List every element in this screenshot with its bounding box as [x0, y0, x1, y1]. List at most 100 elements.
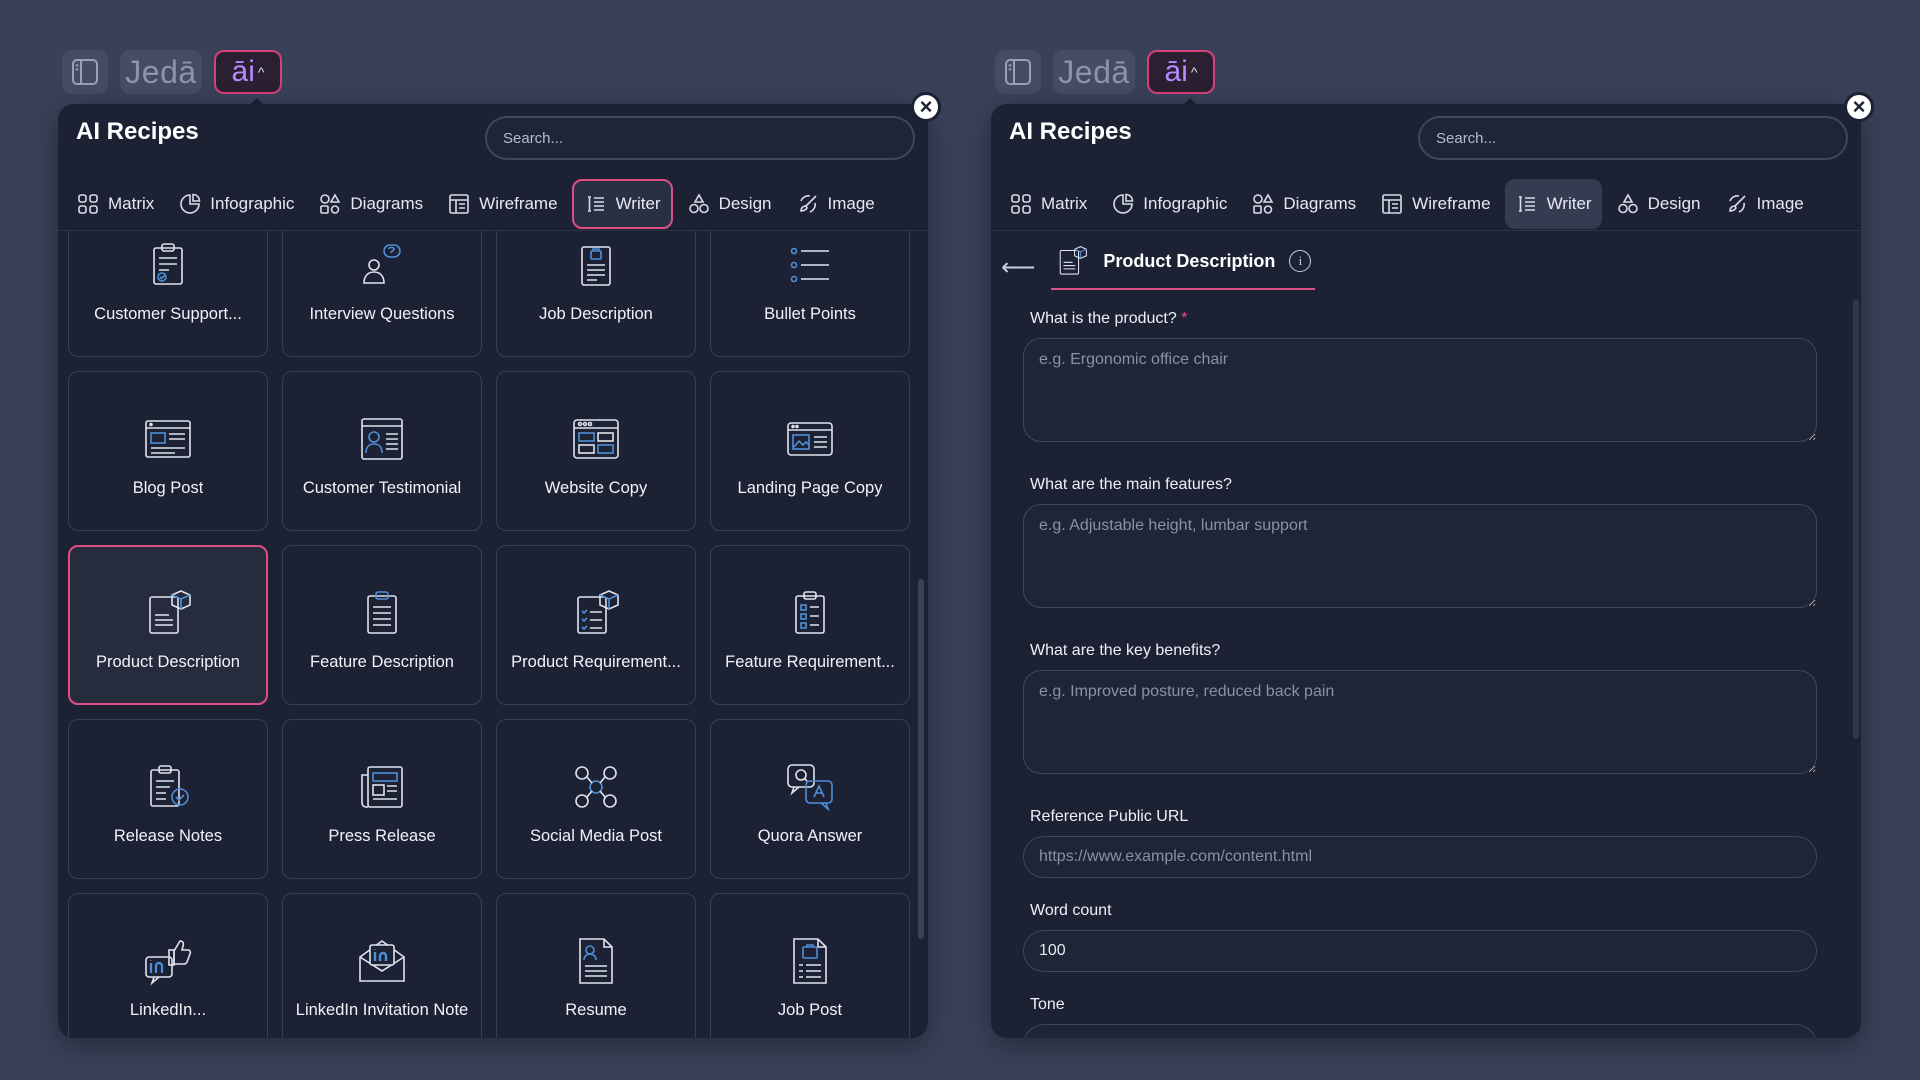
brush-icon	[1725, 192, 1749, 216]
recipe-card-customer-testimonial[interactable]: Customer Testimonial	[282, 371, 482, 531]
brush-icon	[796, 192, 820, 216]
sidebar-toggle-button[interactable]	[62, 50, 108, 94]
close-button[interactable]: ×	[1844, 92, 1874, 122]
tab-writer[interactable]: Writer	[571, 179, 673, 229]
ai-recipes-panel-right: AI Recipes Matrix Infographic Diagrams W…	[991, 104, 1861, 1038]
required-mark: *	[1181, 310, 1188, 327]
ai-label: āi	[231, 55, 255, 88]
tab-diagrams[interactable]: Diagrams	[308, 179, 433, 229]
tone-select[interactable]	[1023, 1024, 1817, 1038]
tab-design[interactable]: Design	[677, 179, 782, 229]
recipe-card-website-copy[interactable]: Website Copy	[496, 371, 696, 531]
tab-wireframe[interactable]: Wireframe	[1370, 179, 1500, 229]
shapes-icon	[318, 192, 342, 216]
tab-writer[interactable]: Writer	[1504, 179, 1602, 229]
product-textarea[interactable]	[1023, 338, 1817, 442]
recipe-card-product-description[interactable]: Product Description	[68, 545, 268, 705]
tab-design[interactable]: Design	[1606, 179, 1711, 229]
tab-image[interactable]: Image	[1715, 179, 1814, 229]
product-req-icon	[570, 587, 622, 639]
recipe-card-bullet-points[interactable]: Bullet Points	[710, 231, 910, 357]
tab-divider	[991, 230, 1861, 231]
sidebar-icon	[1002, 56, 1034, 88]
recipe-card-blog-post[interactable]: Blog Post	[68, 371, 268, 531]
tab-label: Matrix	[108, 194, 155, 213]
clipboard-check-icon	[142, 239, 194, 291]
recipe-label: Quora Answer	[757, 826, 863, 845]
form-scrollbar[interactable]	[1853, 299, 1859, 739]
recipe-card-social-media-post[interactable]: Social Media Post	[496, 719, 696, 879]
ai-menu-button[interactable]: āi ^	[214, 50, 282, 94]
recipe-card-feature-requirement[interactable]: Feature Requirement...	[710, 545, 910, 705]
writer-icon	[584, 192, 608, 216]
pie-chart-icon	[1111, 192, 1135, 216]
back-arrow-icon[interactable]: ⟵	[1001, 253, 1035, 282]
recipe-card-job-post[interactable]: Job Post	[710, 893, 910, 1038]
info-icon[interactable]: i	[1289, 250, 1312, 272]
category-tabs: Matrix Infographic Diagrams Wireframe Wr…	[66, 178, 928, 230]
social-icon	[570, 761, 622, 813]
tab-infographic[interactable]: Infographic	[1101, 179, 1237, 229]
jeda-logo[interactable]: Jedā	[120, 50, 202, 94]
top-toolbar-right: Jedā āi ^	[995, 50, 1215, 94]
recipe-label: Job Description	[539, 304, 653, 323]
recipe-card-quora-answer[interactable]: Quora Answer	[710, 719, 910, 879]
recipe-card-interview-questions[interactable]: Interview Questions	[282, 231, 482, 357]
tab-matrix[interactable]: Matrix	[999, 179, 1097, 229]
recipe-card-release-notes[interactable]: Release Notes	[68, 719, 268, 879]
tab-label: Infographic	[1143, 194, 1228, 213]
features-textarea[interactable]	[1023, 504, 1817, 608]
tab-label: Infographic	[210, 194, 295, 213]
recipe-label: Social Media Post	[529, 826, 663, 845]
landing-icon	[784, 413, 836, 465]
testimonial-icon	[356, 413, 408, 465]
recipe-card-resume[interactable]: Resume	[496, 893, 696, 1038]
recipe-label: Feature Description	[310, 652, 454, 671]
ai-menu-button[interactable]: āi ^	[1147, 50, 1215, 94]
tab-infographic[interactable]: Infographic	[168, 179, 304, 229]
design-icon	[687, 192, 711, 216]
url-field-label: Reference Public URL	[1030, 808, 1189, 825]
linkedin-mail-icon	[356, 935, 408, 987]
feature-doc-icon	[356, 587, 408, 639]
search-input[interactable]	[1418, 116, 1848, 160]
recipe-card-linkedin-invitation-note[interactable]: LinkedIn Invitation Note	[282, 893, 482, 1038]
tab-label: Writer	[615, 194, 661, 213]
release-notes-icon	[142, 761, 194, 813]
grid-scrollbar[interactable]	[918, 579, 924, 939]
search-input[interactable]	[485, 116, 915, 160]
tab-image[interactable]: Image	[786, 179, 885, 229]
blog-icon	[142, 413, 194, 465]
recipe-card-linkedin[interactable]: LinkedIn...	[68, 893, 268, 1038]
tab-label: Wireframe	[479, 194, 558, 213]
recipe-label: LinkedIn Invitation Note	[295, 1000, 469, 1019]
tab-label: Wireframe	[1412, 194, 1491, 213]
recipe-label: Blog Post	[132, 478, 204, 497]
recipe-card-customer-support[interactable]: Customer Support...	[68, 231, 268, 357]
close-icon: ×	[1852, 94, 1866, 119]
sidebar-toggle-button[interactable]	[995, 50, 1041, 94]
tab-label: Image	[1756, 194, 1804, 213]
word-count-input[interactable]	[1023, 930, 1817, 972]
recipe-card-product-requirement[interactable]: Product Requirement...	[496, 545, 696, 705]
tab-matrix[interactable]: Matrix	[66, 179, 164, 229]
reference-url-input[interactable]	[1023, 836, 1817, 878]
close-icon: ×	[919, 94, 933, 119]
close-button[interactable]: ×	[911, 92, 941, 122]
jeda-logo[interactable]: Jedā	[1053, 50, 1135, 94]
chevron-up-icon: ^	[257, 64, 265, 80]
linkedin-like-icon	[142, 935, 194, 987]
recipe-card-press-release[interactable]: Press Release	[282, 719, 482, 879]
recipe-card-feature-description[interactable]: Feature Description	[282, 545, 482, 705]
recipe-header: ⟵ Product Description i	[1001, 244, 1316, 290]
tab-diagrams[interactable]: Diagrams	[1241, 179, 1366, 229]
recipe-label: Customer Support...	[94, 304, 242, 323]
recipe-card-landing-page-copy[interactable]: Landing Page Copy	[710, 371, 910, 531]
recipe-card-job-description[interactable]: Job Description	[496, 231, 696, 357]
label-text: What is the product?	[1030, 310, 1177, 327]
wireframe-icon	[1380, 192, 1404, 216]
ai-label: āi	[1164, 55, 1188, 88]
tab-wireframe[interactable]: Wireframe	[437, 179, 567, 229]
benefits-textarea[interactable]	[1023, 670, 1817, 774]
wordcount-field-label: Word count	[1030, 902, 1112, 919]
